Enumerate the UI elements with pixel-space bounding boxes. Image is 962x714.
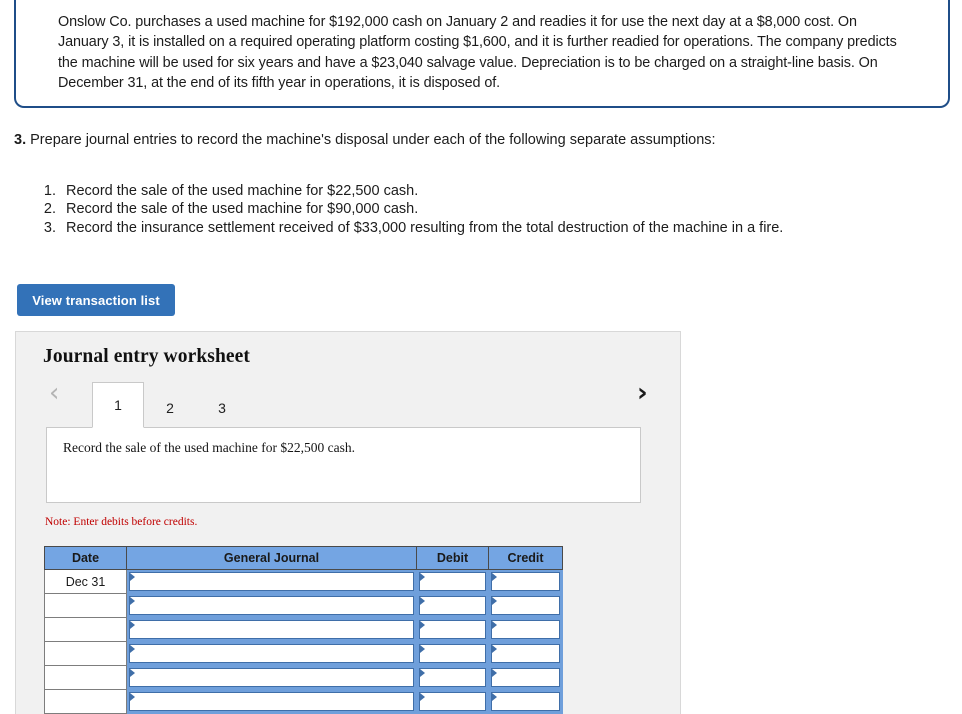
credit-input[interactable] [491, 572, 560, 591]
question-heading: 3. Prepare journal entries to record the… [14, 130, 716, 150]
list-item: Record the insurance settlement received… [60, 219, 783, 237]
date-cell[interactable] [44, 617, 127, 642]
chevron-left-icon[interactable]: ‹ [49, 380, 59, 406]
table-row [44, 689, 563, 714]
date-cell[interactable] [44, 665, 127, 690]
general-journal-input[interactable] [129, 572, 414, 591]
general-journal-cell[interactable] [126, 689, 417, 714]
worksheet-prompt-text: Record the sale of the used machine for … [63, 440, 356, 455]
column-header-date: Date [44, 546, 127, 570]
requirements-list: Record the sale of the used machine for … [14, 182, 783, 237]
debit-input[interactable] [419, 572, 486, 591]
journal-entry-table: Date General Journal Debit Credit Dec 31 [44, 546, 563, 714]
debit-cell[interactable] [416, 689, 489, 714]
debit-cell[interactable] [416, 641, 489, 666]
credit-input[interactable] [491, 644, 560, 663]
date-cell[interactable]: Dec 31 [44, 569, 127, 594]
debit-cell[interactable] [416, 593, 489, 618]
chevron-right-icon[interactable]: › [637, 380, 648, 406]
tab-3[interactable]: 3 [196, 387, 248, 428]
date-cell[interactable] [44, 593, 127, 618]
cell-marker-icon [130, 693, 135, 701]
debit-cell[interactable] [416, 617, 489, 642]
cell-marker-icon [420, 597, 425, 605]
table-header-row: Date General Journal Debit Credit [44, 546, 563, 570]
credit-cell[interactable] [488, 641, 563, 666]
cell-marker-icon [420, 621, 425, 629]
general-journal-input[interactable] [129, 644, 414, 663]
worksheet-title: Journal entry worksheet [43, 346, 251, 367]
cell-marker-icon [492, 573, 497, 581]
general-journal-input[interactable] [129, 692, 414, 711]
debit-input[interactable] [419, 668, 486, 687]
column-header-debit: Debit [416, 546, 489, 570]
debit-input[interactable] [419, 620, 486, 639]
general-journal-cell[interactable] [126, 641, 417, 666]
tab-1[interactable]: 1 [92, 382, 144, 428]
cell-marker-icon [130, 597, 135, 605]
cell-marker-icon [130, 645, 135, 653]
general-journal-input[interactable] [129, 596, 414, 615]
general-journal-input[interactable] [129, 668, 414, 687]
worksheet-tabs: 1 2 3 [92, 382, 248, 428]
credit-cell[interactable] [488, 617, 563, 642]
cell-marker-icon [492, 621, 497, 629]
question-number: 3. [14, 132, 27, 148]
cell-marker-icon [492, 597, 497, 605]
debit-cell[interactable] [416, 569, 489, 594]
problem-statement-box: Onslow Co. purchases a used machine for … [14, 0, 950, 108]
cell-marker-icon [130, 573, 135, 581]
credit-cell[interactable] [488, 665, 563, 690]
cell-marker-icon [130, 621, 135, 629]
view-transaction-list-button[interactable]: View transaction list [17, 284, 175, 316]
credit-input[interactable] [491, 668, 560, 687]
debit-cell[interactable] [416, 665, 489, 690]
column-header-credit: Credit [488, 546, 563, 570]
cell-marker-icon [420, 645, 425, 653]
debit-input[interactable] [419, 596, 486, 615]
problem-statement-text: Onslow Co. purchases a used machine for … [58, 14, 897, 91]
cell-marker-icon [420, 573, 425, 581]
table-row [44, 593, 563, 618]
question-text: Prepare journal entries to record the ma… [30, 132, 716, 148]
credit-input[interactable] [491, 620, 560, 639]
credit-cell[interactable] [488, 689, 563, 714]
cell-marker-icon [492, 693, 497, 701]
cell-marker-icon [492, 669, 497, 677]
worksheet-prompt-box: Record the sale of the used machine for … [46, 427, 641, 503]
debit-input[interactable] [419, 644, 486, 663]
general-journal-cell[interactable] [126, 569, 417, 594]
credit-input[interactable] [491, 692, 560, 711]
date-cell[interactable] [44, 641, 127, 666]
credit-cell[interactable] [488, 593, 563, 618]
cell-marker-icon [420, 669, 425, 677]
table-row [44, 641, 563, 666]
cell-marker-icon [420, 693, 425, 701]
debits-before-credits-note: Note: Enter debits before credits. [45, 516, 198, 528]
table-row: Dec 31 [44, 569, 563, 594]
list-item: Record the sale of the used machine for … [60, 200, 783, 218]
general-journal-cell[interactable] [126, 617, 417, 642]
journal-entry-worksheet-panel: Journal entry worksheet ‹ › 1 2 3 Record… [15, 331, 681, 714]
credit-input[interactable] [491, 596, 560, 615]
tab-2[interactable]: 2 [144, 387, 196, 428]
table-row [44, 617, 563, 642]
general-journal-cell[interactable] [126, 593, 417, 618]
general-journal-input[interactable] [129, 620, 414, 639]
list-item: Record the sale of the used machine for … [60, 182, 783, 200]
general-journal-cell[interactable] [126, 665, 417, 690]
column-header-general-journal: General Journal [126, 546, 417, 570]
cell-marker-icon [492, 645, 497, 653]
cell-marker-icon [130, 669, 135, 677]
table-row [44, 665, 563, 690]
debit-input[interactable] [419, 692, 486, 711]
date-cell[interactable] [44, 689, 127, 714]
credit-cell[interactable] [488, 569, 563, 594]
